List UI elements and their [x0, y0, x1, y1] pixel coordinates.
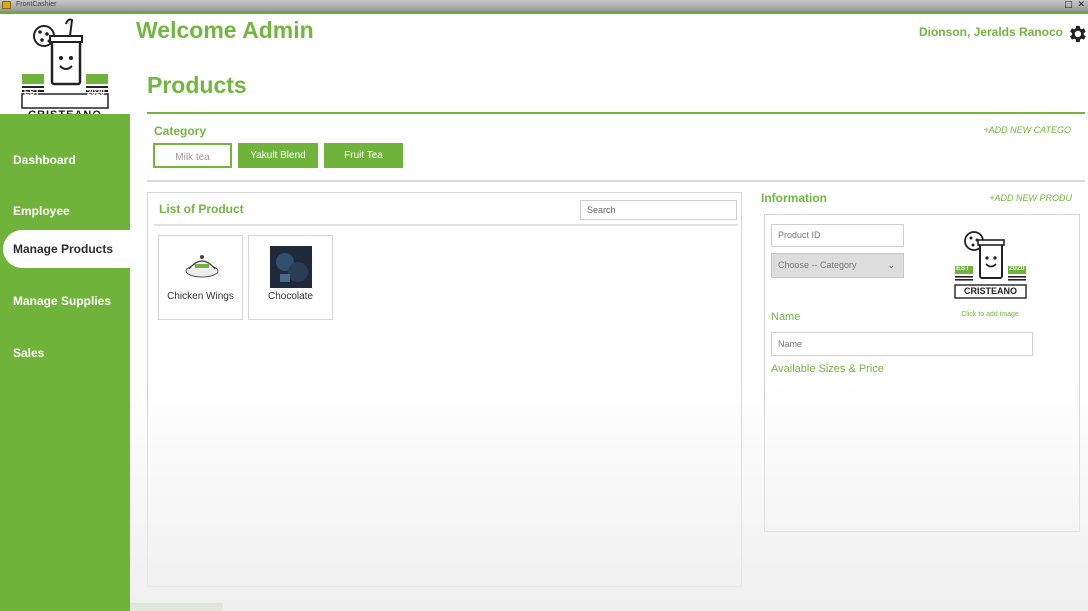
category-select[interactable]: Choose -- Category ⌄ [771, 253, 904, 278]
gear-icon[interactable] [1066, 20, 1088, 48]
logo-brand-text: CRISTEANO [963, 286, 1017, 296]
chevron-down-icon: ⌄ [887, 260, 895, 270]
product-card-chocolate[interactable]: Chocolate [248, 235, 333, 320]
name-label: Name [771, 311, 801, 323]
add-category-link[interactable]: +ADD NEW CATEGO [930, 125, 1071, 135]
title-divider [147, 112, 1085, 114]
category-fruit-tea-button[interactable]: Fruit Tea [324, 143, 403, 168]
click-to-add-image-label[interactable]: Click to add image [948, 311, 1032, 318]
logo-est-text: EST [956, 265, 970, 272]
sidebar: EST 2020 CRISTEANO Dashboard Employee Ma… [0, 14, 130, 611]
brand-logo: EST 2020 CRISTEANO [0, 14, 130, 121]
search-input[interactable]: Search [580, 200, 737, 220]
product-id-input[interactable]: Product ID [771, 224, 904, 247]
sidebar-item-manage-supplies[interactable]: Manage Supplies [0, 282, 130, 320]
sidebar-item-manage-products[interactable]: Manage Products [3, 230, 130, 268]
chocolate-thumbnail-icon [270, 246, 312, 288]
name-input[interactable]: Name [771, 332, 1033, 356]
app-icon [2, 1, 11, 9]
page-title: Products [147, 72, 247, 98]
product-name: Chocolate [267, 291, 314, 302]
information-label: Information [761, 191, 827, 205]
chicken-wings-thumbnail-icon [185, 255, 219, 278]
welcome-heading: Welcome Admin [136, 17, 314, 43]
product-list-divider [154, 224, 738, 226]
category-divider [147, 180, 1085, 182]
window-controls[interactable]: □ ✕ [1064, 0, 1086, 10]
sidebar-item-sales[interactable]: Sales [0, 334, 130, 372]
logo-year-text: 2020 [1009, 265, 1025, 272]
product-list-title: List of Product [159, 202, 244, 216]
bottom-accent-tab [130, 603, 223, 611]
logo-est-text: EST [24, 88, 40, 97]
sidebar-nav: Dashboard Employee Manage Products Manag… [0, 114, 130, 611]
logo-year-text: 2020 [87, 88, 105, 97]
category-label: Category [154, 124, 207, 138]
category-yakult-blend-button[interactable]: Yakult Blend [238, 143, 318, 168]
add-product-link[interactable]: +ADD NEW PRODU [950, 193, 1072, 203]
product-name: Chicken Wings [167, 291, 234, 302]
top-accent-stripe [0, 11, 1088, 14]
available-sizes-label: Available Sizes & Price [771, 363, 884, 375]
product-card-chicken-wings[interactable]: Chicken Wings [158, 235, 243, 320]
sidebar-item-dashboard[interactable]: Dashboard [0, 141, 130, 179]
user-name: Dionson, Jeralds Ranoco [918, 25, 1063, 39]
category-select-value: Choose -- Category [778, 260, 857, 270]
sidebar-item-employee[interactable]: Employee [0, 192, 130, 230]
product-image-picker[interactable]: EST 2020 CRISTEANO [950, 226, 1030, 306]
logo-mascot-icon [21, 18, 109, 109]
window-title: FrontCashier [16, 1, 57, 8]
category-milk-tea-button[interactable]: Milk tea [153, 143, 232, 168]
